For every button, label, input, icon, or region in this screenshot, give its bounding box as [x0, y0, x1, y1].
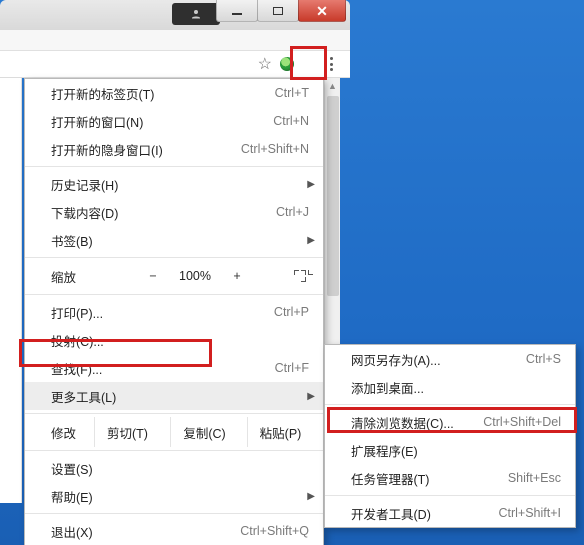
menuitem-history[interactable]: 历史记录(H)▶ — [25, 170, 323, 198]
menuitem-bookmarks[interactable]: 书签(B)▶ — [25, 226, 323, 254]
menuitem-new-window[interactable]: 打开新的窗口(N)Ctrl+N — [25, 107, 323, 135]
maximize-button[interactable] — [257, 0, 299, 22]
toolbar: ☆ — [0, 50, 350, 78]
submenu-arrow-icon: ▶ — [307, 391, 315, 402]
menuitem-save-page-as[interactable]: 网页另存为(A)...Ctrl+S — [325, 345, 575, 373]
menu-separator — [25, 257, 323, 258]
menuitem-zoom-row: 缩放 − 100% + — [25, 261, 323, 291]
menuitem-cast[interactable]: 投射(C)... — [25, 326, 323, 354]
edit-label: 修改 — [25, 417, 95, 447]
menuitem-incognito[interactable]: 打开新的隐身窗口(I)Ctrl+Shift+N — [25, 135, 323, 163]
user-icon — [190, 8, 202, 20]
submenu-arrow-icon: ▶ — [307, 491, 315, 502]
menu-separator — [325, 495, 575, 496]
edit-copy[interactable]: 复制(C) — [171, 417, 247, 447]
menuitem-exit[interactable]: 退出(X)Ctrl+Shift+Q — [25, 517, 323, 545]
chrome-main-menu: 打开新的标签页(T)Ctrl+T 打开新的窗口(N)Ctrl+N 打开新的隐身窗… — [24, 78, 324, 545]
menu-separator — [25, 413, 323, 414]
close-icon: ✕ — [316, 4, 328, 18]
minimize-icon — [232, 13, 242, 15]
menuitem-settings[interactable]: 设置(S) — [25, 454, 323, 482]
menuitem-developer-tools[interactable]: 开发者工具(D)Ctrl+Shift+I — [325, 499, 575, 527]
window-titlebar: ✕ — [0, 0, 350, 30]
more-tools-submenu: 网页另存为(A)...Ctrl+S 添加到桌面... 清除浏览数据(C)...C… — [324, 344, 576, 528]
zoom-label: 缩放 — [25, 267, 135, 286]
zoom-percent: 100% — [171, 269, 219, 283]
close-button[interactable]: ✕ — [298, 0, 346, 22]
fullscreen-button[interactable] — [293, 268, 313, 284]
menuitem-downloads[interactable]: 下载内容(D)Ctrl+J — [25, 198, 323, 226]
menuitem-find[interactable]: 查找(F)...Ctrl+F — [25, 354, 323, 382]
profile-button[interactable] — [172, 3, 220, 25]
minimize-button[interactable] — [216, 0, 258, 22]
maximize-icon — [273, 7, 283, 15]
menuitem-task-manager[interactable]: 任务管理器(T)Shift+Esc — [325, 464, 575, 492]
menu-separator — [25, 513, 323, 514]
scrollbar-thumb[interactable] — [327, 96, 339, 296]
browser-toolbar-area: ☆ — [0, 30, 350, 78]
menuitem-add-to-desktop[interactable]: 添加到桌面... — [325, 373, 575, 401]
zoom-in-button[interactable]: + — [219, 269, 255, 283]
edit-paste[interactable]: 粘贴(P) — [248, 417, 323, 447]
menuitem-print[interactable]: 打印(P)...Ctrl+P — [25, 298, 323, 326]
menuitem-help[interactable]: 帮助(E)▶ — [25, 482, 323, 510]
menuitem-extensions[interactable]: 扩展程序(E) — [325, 436, 575, 464]
menu-separator — [25, 294, 323, 295]
menuitem-new-tab[interactable]: 打开新的标签页(T)Ctrl+T — [25, 79, 323, 107]
menu-button[interactable] — [322, 54, 340, 74]
menu-separator — [25, 166, 323, 167]
submenu-arrow-icon: ▶ — [307, 235, 315, 246]
menuitem-edit-row: 修改 剪切(T) 复制(C) 粘贴(P) — [25, 417, 323, 447]
zoom-out-button[interactable]: − — [135, 269, 171, 283]
extension-globe-icon[interactable] — [280, 57, 294, 71]
menu-separator — [25, 450, 323, 451]
bookmark-star-icon[interactable]: ☆ — [258, 54, 272, 74]
page-content-sliver — [0, 78, 22, 503]
menuitem-more-tools[interactable]: 更多工具(L)▶ — [25, 382, 323, 410]
submenu-arrow-icon: ▶ — [307, 179, 315, 190]
menuitem-clear-browsing-data[interactable]: 清除浏览数据(C)...Ctrl+Shift+Del — [325, 408, 575, 436]
scroll-up-icon[interactable]: ▲ — [325, 78, 340, 94]
menu-separator — [325, 404, 575, 405]
edit-cut[interactable]: 剪切(T) — [95, 417, 171, 447]
